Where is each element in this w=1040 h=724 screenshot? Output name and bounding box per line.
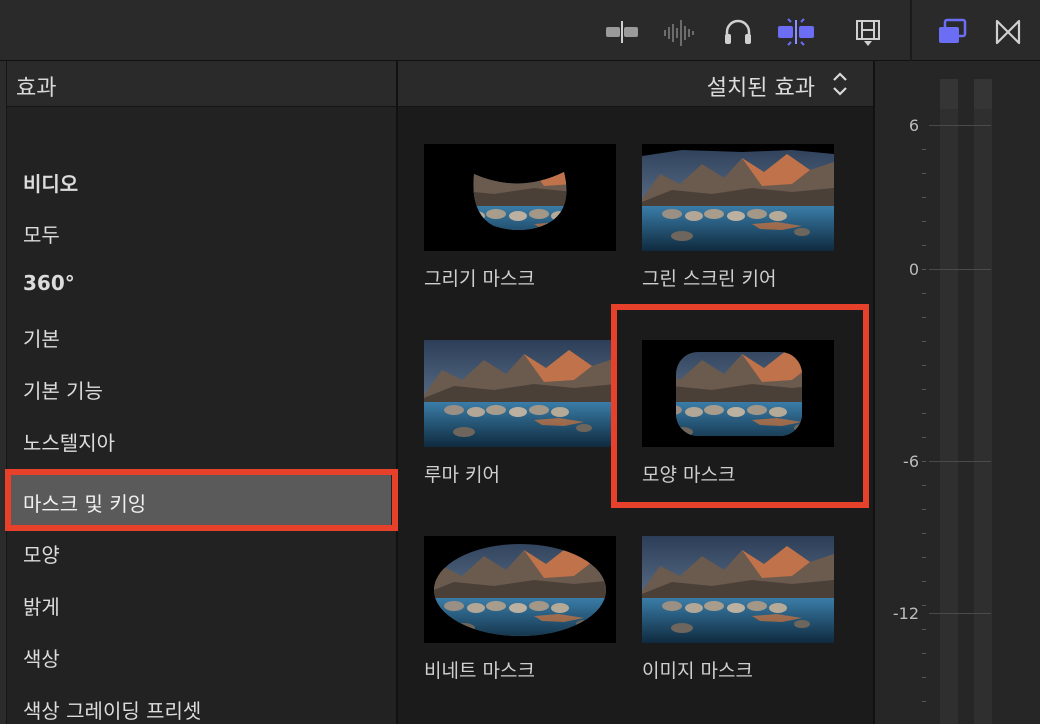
effect-label: 그린 스크린 키어: [642, 268, 777, 290]
headphones-icon[interactable]: [716, 14, 760, 50]
effect-label: 루마 키어: [424, 464, 500, 486]
browser-header: 설치된 효과: [398, 61, 873, 107]
chevron-updown-icon[interactable]: [831, 71, 849, 101]
category-list: 비디오 모두 360° 기본 기본 기능 노스텔지아 마스크 및 키잉 모양 밝…: [5, 155, 398, 724]
meter-label: -6: [903, 452, 919, 471]
filmstrip-icon[interactable]: [846, 14, 890, 50]
effect-thumbnail: [424, 144, 616, 251]
meter-tick: [922, 605, 926, 606]
category-label: 기본: [23, 327, 60, 351]
meter-channel-left: [940, 79, 958, 724]
meter-tick: [922, 293, 926, 294]
meter-tick: [922, 149, 926, 150]
category-heading-video[interactable]: 비디오: [7, 155, 396, 207]
meter-channel-right: [974, 79, 992, 724]
meter-label: 0: [908, 260, 919, 279]
installed-effects-filter[interactable]: 설치된 효과: [707, 70, 815, 102]
audio-meter: 6 0 -6 -12: [875, 61, 1040, 724]
meter-tick: [922, 365, 926, 366]
meter-tick: [922, 341, 926, 342]
effect-thumbnail: [642, 536, 834, 643]
meter-label: 6: [908, 116, 919, 135]
category-item-basic[interactable]: 기본: [7, 311, 396, 363]
meter-gridline: [929, 613, 991, 614]
sidebar-title: 효과: [16, 76, 57, 101]
category-heading-label: 비디오: [23, 172, 79, 196]
meter-gridline: [929, 269, 991, 270]
meter-tick: [922, 173, 926, 174]
meter-tick: [922, 557, 926, 558]
category-label: 모두: [23, 223, 60, 247]
meter-tick: [922, 197, 926, 198]
category-item-color[interactable]: 색상: [7, 623, 396, 675]
top-toolbar: [0, 0, 1040, 61]
meter-tick: [922, 317, 926, 318]
category-label: 색상 그레이딩 프리셋: [23, 699, 202, 723]
skimming-icon[interactable]: [774, 14, 818, 50]
sidebar-edge: [0, 61, 7, 724]
effect-label: 이미지 마스크: [642, 660, 753, 682]
meter-tick: [922, 413, 926, 414]
category-item-masks-and-keying[interactable]: 마스크 및 키잉: [5, 467, 398, 531]
effect-thumbnail: [424, 536, 616, 643]
category-label: 360°: [23, 271, 75, 295]
effects-browser: 설치된 효과 그리기 마스크 그린 스크린 키어 루마 키어 모양 마스크 비네…: [398, 61, 875, 724]
category-item-basics[interactable]: 기본 기능: [7, 363, 396, 415]
meter-tick: [922, 629, 926, 630]
meter-gridline: [929, 125, 991, 126]
meter-tick: [922, 461, 926, 462]
category-label: 밝게: [23, 595, 60, 619]
annotation-outline: [611, 304, 869, 508]
effect-label: 그리기 마스크: [424, 268, 535, 290]
meter-tick: [922, 653, 926, 654]
meter-label: -12: [892, 604, 919, 623]
meter-tick: [922, 245, 926, 246]
window-layout-icon[interactable]: [930, 14, 974, 50]
category-label: 색상: [23, 647, 60, 671]
meter-tick: [922, 509, 926, 510]
category-item-360[interactable]: 360°: [7, 259, 396, 311]
meter-tick: [922, 533, 926, 534]
peak-indicator-right: [974, 79, 992, 109]
toolbar-divider: [910, 0, 912, 61]
transitions-icon[interactable]: [986, 14, 1030, 50]
category-item-all[interactable]: 모두: [7, 207, 396, 259]
audio-waveform-icon[interactable]: [658, 14, 702, 50]
meter-tick: [922, 677, 926, 678]
category-label: 기본 기능: [23, 379, 103, 403]
meter-gridline: [929, 461, 991, 462]
effect-label: 비네트 마스크: [424, 660, 535, 682]
category-label: 노스텔지아: [23, 431, 115, 455]
meter-tick: [922, 485, 926, 486]
category-item-color-grading-presets[interactable]: 색상 그레이딩 프리셋: [7, 675, 396, 724]
category-item-shape[interactable]: 모양: [7, 519, 396, 571]
sidebar-header: 효과: [7, 61, 396, 107]
category-item-nostalgia[interactable]: 노스텔지아: [7, 415, 396, 467]
effects-category-sidebar: 효과 비디오 모두 360° 기본 기본 기능 노스텔지아 마스크 및 키잉 모…: [0, 61, 398, 724]
category-label: 모양: [23, 543, 60, 567]
category-label: 마스크 및 키잉: [23, 492, 147, 516]
meter-tick: [922, 221, 926, 222]
meter-tick: [922, 581, 926, 582]
effect-thumbnail: [642, 144, 834, 251]
meter-tick: [922, 269, 926, 270]
peak-indicator-left: [940, 79, 958, 109]
category-item-light[interactable]: 밝게: [7, 571, 396, 623]
effect-thumbnail: [424, 340, 616, 447]
clip-appearance-icon[interactable]: [600, 14, 644, 50]
meter-tick: [922, 701, 926, 702]
meter-tick: [922, 437, 926, 438]
meter-tick: [922, 389, 926, 390]
